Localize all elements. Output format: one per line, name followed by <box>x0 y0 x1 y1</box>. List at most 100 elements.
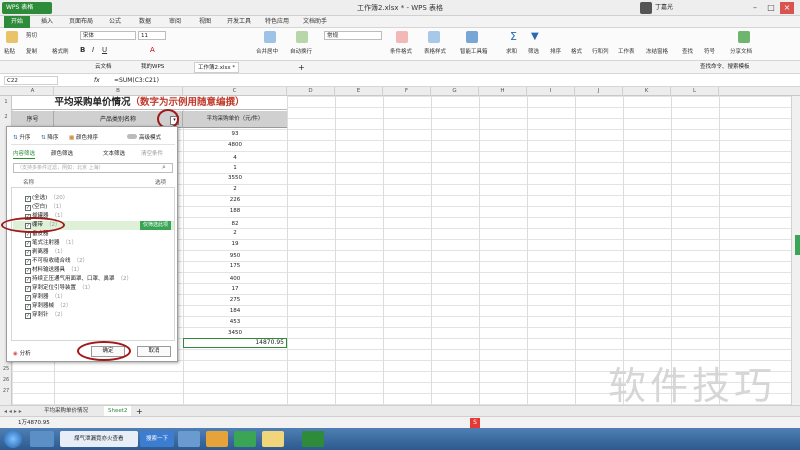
tab-developer[interactable]: 开发工具 <box>222 16 256 28</box>
header-price[interactable]: 平均采购单价（元/件） <box>183 111 287 128</box>
checkbox[interactable]: ✓ <box>25 286 31 292</box>
row-header[interactable]: 25 <box>0 366 12 372</box>
sum-button[interactable]: 求和 <box>506 47 517 55</box>
minimize-icon[interactable]: – <box>748 2 762 14</box>
col-header-j[interactable]: J <box>575 87 623 96</box>
price-cell[interactable]: 453 <box>183 319 287 325</box>
cancel-button[interactable]: 取消 <box>137 346 171 357</box>
folder-icon[interactable] <box>262 431 284 447</box>
filter-item[interactable]: ✓ 笔式注射器 （1） <box>25 239 77 248</box>
italic-icon[interactable]: I <box>92 46 94 54</box>
sort-asc-button[interactable]: ⇅ 升序 <box>13 133 30 141</box>
price-cell[interactable]: 82 <box>183 221 287 227</box>
tab-color-filter[interactable]: 颜色筛选 <box>51 149 73 157</box>
tab-special[interactable]: 特色应用 <box>260 16 294 28</box>
price-cell[interactable]: 1 <box>183 165 287 171</box>
user-avatar[interactable] <box>640 2 652 14</box>
copy-button[interactable]: 复制 <box>26 47 37 55</box>
filter-item[interactable]: ✓ 穿刺针 （2） <box>25 311 66 320</box>
start-icon[interactable] <box>4 430 22 448</box>
merge-icon[interactable] <box>264 31 276 43</box>
share-icon[interactable] <box>738 31 750 43</box>
cond-format-icon[interactable] <box>396 31 408 43</box>
col-header-g[interactable]: G <box>431 87 479 96</box>
price-cell[interactable]: 400 <box>183 276 287 282</box>
wrap-text-button[interactable]: 自动换行 <box>290 47 312 55</box>
price-cell[interactable]: 17 <box>183 286 287 292</box>
symbol-button[interactable]: 符号 <box>704 47 715 55</box>
worksheet-button[interactable]: 工作表 <box>618 47 635 55</box>
checkbox[interactable]: ✓ <box>25 196 31 202</box>
price-cell[interactable]: 4800 <box>183 142 287 148</box>
command-search[interactable]: 查找命令、搜索模板 <box>700 61 750 74</box>
user-name[interactable]: 丁嘉光 <box>655 0 673 16</box>
workbook-tab[interactable]: 工作簿2.xlsx * <box>194 62 240 73</box>
maximize-icon[interactable]: □ <box>764 2 778 14</box>
options-button[interactable]: 选项 <box>155 178 166 186</box>
col-header-d[interactable]: D <box>287 87 335 96</box>
analysis-button[interactable]: ◉ 分析 <box>13 349 31 357</box>
side-panel-handle[interactable] <box>795 235 800 255</box>
fx-icon[interactable]: fx <box>94 74 100 87</box>
tool-icon[interactable] <box>178 431 200 447</box>
row-header[interactable]: 27 <box>0 388 12 394</box>
filter-button[interactable]: 筛选 <box>528 47 539 55</box>
checkbox[interactable]: ✓ <box>25 241 31 247</box>
filter-item[interactable]: ✓ 持续正压通气用面罩、口罩、鼻罩 （2） <box>25 275 132 284</box>
sort-button[interactable]: 排序 <box>550 47 561 55</box>
tool-box-button[interactable]: 智能工具箱 <box>460 47 488 55</box>
sum-icon[interactable]: Σ <box>510 30 517 43</box>
toolbox-icon[interactable] <box>466 31 478 43</box>
advanced-toggle[interactable] <box>127 134 137 139</box>
bold-icon[interactable]: B <box>80 46 85 54</box>
price-cell[interactable]: 4 <box>183 155 287 161</box>
col-header-b[interactable]: B <box>54 87 183 96</box>
filter-item[interactable]: ✓ 不可吸收缝合线 （2） <box>25 257 88 266</box>
tab-view[interactable]: 视图 <box>192 16 218 28</box>
col-header-c[interactable]: C <box>183 87 287 96</box>
tab-review[interactable]: 审阅 <box>162 16 188 28</box>
table-style-button[interactable]: 表格样式 <box>424 47 446 55</box>
app-icon[interactable] <box>30 431 54 447</box>
price-cell[interactable]: 184 <box>183 308 287 314</box>
share-doc-button[interactable]: 分享文档 <box>730 47 752 55</box>
price-cell[interactable]: 188 <box>183 208 287 214</box>
checkbox[interactable]: ✓ <box>25 205 31 211</box>
price-cell[interactable]: 2 <box>183 230 287 236</box>
new-tab-icon[interactable]: + <box>298 61 305 74</box>
freeze-panes-button[interactable]: 冻结窗格 <box>646 47 668 55</box>
cond-format-button[interactable]: 条件格式 <box>390 47 412 55</box>
cloud-doc-tab[interactable]: 云文档 <box>92 62 115 73</box>
col-header-f[interactable]: F <box>383 87 431 96</box>
font-name-select[interactable]: 宋体 <box>80 31 136 40</box>
price-cell[interactable]: 950 <box>183 253 287 259</box>
col-header-l[interactable]: L <box>671 87 719 96</box>
checkbox[interactable]: ✓ <box>25 295 31 301</box>
filter-item[interactable]: ✓ 穿刺器械 （2） <box>25 302 72 311</box>
formula-input[interactable]: =SUM(C3:C21) <box>114 74 159 87</box>
filter-search-input[interactable]: （支持多条件过滤，例如：北京 上海） <box>13 163 173 173</box>
row-header[interactable]: 26 <box>0 377 12 383</box>
price-cell[interactable]: 3450 <box>183 330 287 336</box>
filter-item[interactable]: ✓ 材料输送器具 （1） <box>25 266 83 275</box>
total-cell[interactable]: 14870.95 <box>183 338 287 348</box>
paste-button[interactable]: 粘贴 <box>4 47 15 55</box>
price-cell[interactable]: 93 <box>183 131 287 137</box>
excel-icon[interactable] <box>234 431 256 447</box>
col-header-a[interactable]: A <box>12 87 54 96</box>
checkbox[interactable]: ✓ <box>25 259 31 265</box>
find-button[interactable]: 查找 <box>682 47 693 55</box>
tab-text-filter[interactable]: 文本筛选 <box>103 149 125 157</box>
search-task[interactable]: 搜索一下 <box>140 431 174 447</box>
filter-item[interactable]: ✓ 剥离器 （1） <box>25 248 66 257</box>
only-filter-this-button[interactable]: 仅筛选此项 <box>140 221 172 230</box>
checkbox[interactable]: ✓ <box>25 250 31 256</box>
font-size-select[interactable]: 11 <box>138 31 166 40</box>
price-cell[interactable]: 175 <box>183 263 287 269</box>
paste-icon[interactable] <box>6 31 18 43</box>
sheet-title-cell[interactable]: 平均采购单价情况（数字为示例用随意编撰） <box>12 96 287 110</box>
table-style-icon[interactable] <box>428 31 440 43</box>
sort-desc-button[interactable]: ⇅ 降序 <box>41 133 58 141</box>
cell-name-box[interactable]: C22 <box>4 76 58 85</box>
checkbox[interactable]: ✓ <box>25 268 31 274</box>
